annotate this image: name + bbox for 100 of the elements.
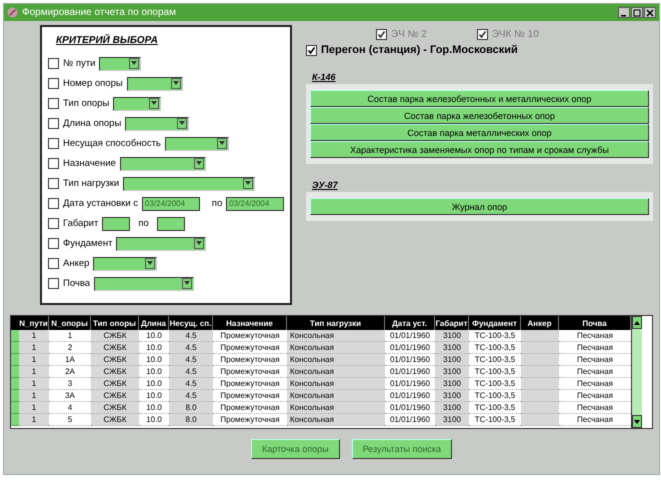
dropdown[interactable] bbox=[123, 176, 256, 190]
checkbox[interactable] bbox=[48, 238, 59, 249]
column-header[interactable]: Тип опоры bbox=[91, 316, 139, 330]
field-label: Несущая способность bbox=[63, 138, 161, 149]
table-cell: Консольная bbox=[287, 354, 385, 366]
checkbox[interactable] bbox=[48, 278, 59, 289]
column-header[interactable]: Длина bbox=[139, 316, 169, 330]
table-cell bbox=[521, 330, 559, 342]
maximize-button[interactable] bbox=[631, 7, 643, 18]
table-cell: 1 bbox=[19, 414, 49, 426]
field-label: Габарит bbox=[63, 218, 98, 229]
table-cell: 1 bbox=[19, 390, 49, 402]
table-cell: 3100 bbox=[435, 330, 469, 342]
field-label: Анкер bbox=[63, 258, 90, 269]
app-icon bbox=[7, 7, 18, 18]
column-header[interactable]: Несущ. сп. bbox=[169, 316, 213, 330]
column-header[interactable]: N_пути bbox=[19, 316, 49, 330]
dropdown[interactable] bbox=[125, 116, 190, 130]
field-label: Тип нагрузки bbox=[63, 178, 120, 189]
maximize-icon bbox=[633, 8, 641, 16]
column-header[interactable]: Фундамент bbox=[469, 316, 521, 330]
table-cell: СЖБК bbox=[91, 366, 139, 378]
checkbox[interactable] bbox=[48, 178, 59, 189]
checkbox[interactable] bbox=[48, 218, 59, 229]
checkbox[interactable] bbox=[48, 158, 59, 169]
report-button[interactable]: Состав парка железобетонных и металлических опор bbox=[310, 90, 649, 107]
scrollbar[interactable] bbox=[631, 316, 642, 428]
checkbox[interactable] bbox=[48, 58, 59, 69]
field-label: Фундамент bbox=[63, 238, 112, 249]
scroll-down-icon[interactable] bbox=[632, 415, 642, 428]
corner-header bbox=[11, 316, 19, 330]
table-cell: 8.0 bbox=[169, 402, 213, 414]
table-cell bbox=[521, 378, 559, 390]
table-cell: СЖБК bbox=[91, 378, 139, 390]
field-label: Тип опоры bbox=[63, 98, 110, 109]
table-cell bbox=[521, 414, 559, 426]
close-button[interactable] bbox=[644, 7, 656, 18]
table-cell: 4.5 bbox=[169, 354, 213, 366]
scroll-up-icon[interactable] bbox=[632, 316, 642, 329]
field-label: № пути bbox=[63, 58, 96, 69]
table-cell: СЖБК bbox=[91, 354, 139, 366]
group-title: ЭУ-87 bbox=[312, 180, 338, 190]
window-title: Формирование отчета по опорам bbox=[22, 7, 176, 18]
table-cell: Консольная bbox=[287, 378, 385, 390]
report-button[interactable]: Журнал опор bbox=[310, 198, 649, 215]
column-header[interactable]: Назначение bbox=[213, 316, 287, 330]
checkbox[interactable] bbox=[48, 138, 59, 149]
column-header[interactable]: Дата уст. bbox=[385, 316, 435, 330]
group-title: К-146 bbox=[312, 72, 336, 82]
checkbox[interactable] bbox=[48, 98, 59, 109]
table-cell: 3100 bbox=[435, 342, 469, 354]
panel-title: КРИТЕРИЙ ВЫБОРА bbox=[56, 35, 158, 46]
minimize-button[interactable] bbox=[618, 7, 630, 18]
dropdown[interactable] bbox=[113, 96, 162, 110]
column-header[interactable]: Анкер bbox=[521, 316, 559, 330]
table-cell bbox=[521, 402, 559, 414]
column-header[interactable]: Почва bbox=[559, 316, 631, 330]
checkbox-label: Перегон (станция) - Гор.Московский bbox=[321, 44, 518, 56]
input-field[interactable] bbox=[156, 216, 185, 230]
column-header[interactable]: Габарит bbox=[435, 316, 469, 330]
table-cell: 8.0 bbox=[169, 414, 213, 426]
checkbox[interactable] bbox=[48, 118, 59, 129]
report-button[interactable]: Характеристика заменяемых опор по типам и срокам службы bbox=[310, 141, 649, 158]
table-cell bbox=[521, 354, 559, 366]
table-cell: Консольная bbox=[287, 366, 385, 378]
table-cell: 4.5 bbox=[169, 366, 213, 378]
report-button[interactable]: Состав парка железобетонных опор bbox=[310, 107, 649, 124]
dropdown[interactable] bbox=[94, 276, 194, 290]
field-label: Номер опоры bbox=[63, 78, 123, 89]
table-cell: 3100 bbox=[435, 378, 469, 390]
checkbox[interactable] bbox=[306, 44, 317, 56]
table-cell: Консольная bbox=[287, 342, 385, 354]
table-cell: 1 bbox=[19, 342, 49, 354]
table-cell: Консольная bbox=[287, 402, 385, 414]
table-cell: СЖБК bbox=[91, 390, 139, 402]
table-cell: 4.5 bbox=[169, 330, 213, 342]
checkbox[interactable] bbox=[48, 258, 59, 269]
dropdown[interactable] bbox=[99, 56, 142, 70]
input-field[interactable] bbox=[102, 216, 130, 230]
table-cell: Консольная bbox=[287, 390, 385, 402]
checkbox-label: ЭЧК № 10 bbox=[492, 29, 539, 40]
field-label: Дата установки с bbox=[63, 198, 138, 209]
field-label: по bbox=[138, 218, 149, 229]
field-label: Назначение bbox=[63, 158, 116, 169]
checkbox[interactable] bbox=[48, 78, 59, 89]
dropdown[interactable] bbox=[120, 156, 206, 170]
minimize-icon bbox=[621, 14, 626, 16]
column-header[interactable]: Тип нагрузки bbox=[287, 316, 385, 330]
dropdown[interactable] bbox=[116, 236, 206, 250]
field-label: Почва bbox=[63, 278, 90, 289]
table-cell: СЖБК bbox=[91, 342, 139, 354]
table-cell: СЖБК bbox=[91, 330, 139, 342]
table-cell bbox=[521, 390, 559, 402]
table-cell: 4.5 bbox=[169, 342, 213, 354]
dropdown[interactable] bbox=[93, 256, 158, 270]
column-header[interactable]: N_опоры bbox=[49, 316, 91, 330]
dropdown[interactable] bbox=[164, 136, 229, 150]
dropdown[interactable] bbox=[126, 76, 183, 90]
table-cell: 3100 bbox=[435, 390, 469, 402]
report-button[interactable]: Состав парка металлических опор bbox=[310, 124, 649, 141]
